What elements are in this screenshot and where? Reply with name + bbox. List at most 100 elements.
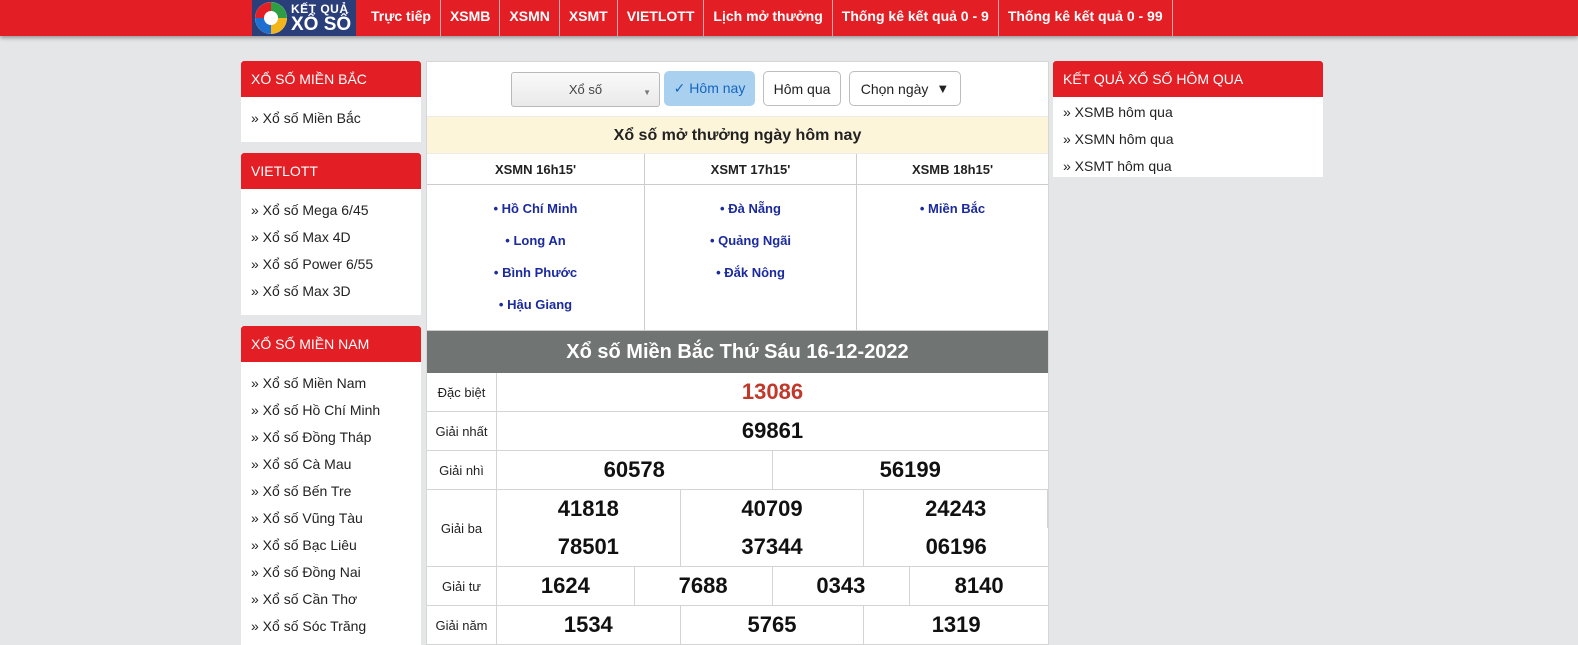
sidebar-link[interactable]: » Xổ số Vũng Tàu [251,505,421,532]
prize-number: 24243 [864,490,1048,528]
lottery-select[interactable]: Xổ số ▼ [511,72,660,107]
sidebar-link[interactable]: » Xổ số Hồ Chí Minh [251,397,421,424]
province-link[interactable]: • Miền Bắc [857,193,1048,225]
logo-text: KẾT QUẢ XỔ SỐ [291,3,351,34]
sidebar-link[interactable]: » XSMB hôm qua [1063,99,1323,126]
prize-cells: 13086 [497,373,1048,411]
schedule-column-xsmn: XSMN 16h15' • Hồ Chí Minh • Long An • Bì… [427,154,645,330]
sidebar-link[interactable]: » Xổ số Max 4D [251,224,421,251]
prize-row-second: Giải nhì 60578 56199 [427,451,1048,490]
province-link[interactable]: • Hậu Giang [427,289,644,321]
prize-row-first: Giải nhất 69861 [427,412,1048,451]
schedule-column-xsmb: XSMB 18h15' • Miền Bắc [857,154,1048,330]
sidebar-link[interactable]: » Xổ số Cần Thơ [251,586,421,613]
filter-bar: Xổ số ▼ ✓ Hôm nay Hôm qua Chọn ngày ▼ [427,62,1048,116]
prize-number: 40709 [681,490,865,528]
prize-label: Giải nhất [427,412,497,450]
sidebar-link[interactable]: » Xổ số Cà Mau [251,451,421,478]
prize-label: Giải nhì [427,451,497,489]
chevron-down-icon: ▼ [936,81,950,96]
sidebar-link[interactable]: » Xổ số Sóc Trăng [251,613,421,640]
province-link[interactable]: • Hồ Chí Minh [427,193,644,225]
logo-icon [255,2,287,34]
schedule-column-xsmt: XSMT 17h15' • Đà Nẵng • Quảng Ngãi • Đắk… [645,154,857,330]
sidebar-link[interactable]: » Xổ số Miền Bắc [251,105,421,132]
province-link[interactable]: • Long An [427,225,644,257]
prize-number: 78501 [497,528,681,566]
site-logo[interactable]: KẾT QUẢ XỔ SỐ [252,0,356,36]
prize-cells: 1624 7688 0343 8140 [497,567,1048,605]
today-title: Xổ số mở thưởng ngày hôm nay [427,116,1048,154]
sidebar-link[interactable]: » Xổ số Bến Tre [251,478,421,505]
province-link[interactable]: • Bình Phước [427,257,644,289]
province-link[interactable]: • Đắk Nông [645,257,856,289]
prize-label: Giải ba [427,490,497,566]
nav-xsmb[interactable]: XSMB [441,0,501,36]
sidebar-box-title: XỔ SỐ MIỀN BẮC [241,61,421,97]
sidebar-box-title: XỔ SỐ MIỀN NAM [241,326,421,362]
prize-number: 1624 [497,567,635,605]
prize-number: 37344 [681,528,865,566]
prize-row-fifth: Giải năm 1534 5765 1319 [427,606,1048,645]
pick-date-button[interactable]: Chọn ngày ▼ [849,71,961,106]
prize-label: Đặc biệt [427,373,497,411]
top-navbar: KẾT QUẢ XỔ SỐ Trực tiếp XSMB XSMN XSMT V… [0,0,1578,36]
sidebar-link[interactable]: » Xổ số Miền Nam [251,370,421,397]
prize-row-fourth: Giải tư 1624 7688 0343 8140 [427,567,1048,606]
sidebar-box-vietlott: VIETLOTT » Xổ số Mega 6/45 » Xổ số Max 4… [241,153,421,315]
yesterday-button[interactable]: Hôm qua [763,71,841,106]
prize-number: 7688 [635,567,773,605]
prize-number: 5765 [681,606,865,644]
prize-label: Giải năm [427,606,497,644]
today-button[interactable]: ✓ Hôm nay [664,71,755,106]
sidebar-link[interactable]: » XSMT hôm qua [1063,153,1323,180]
lottery-select-value: Xổ số [568,82,603,97]
sidebar-link[interactable]: » Xổ số Đồng Tháp [251,424,421,451]
sidebar-link[interactable]: » XSMN hôm qua [1063,126,1323,153]
nav-truc-tiep[interactable]: Trực tiếp [362,0,441,36]
prize-number: 06196 [925,534,987,559]
schedule-column-head: XSMB 18h15' [857,154,1048,185]
province-link[interactable]: • Quảng Ngãi [645,225,856,257]
prize-number: 41818 [497,490,681,528]
sidebar-link[interactable]: » Xổ số Mega 6/45 [251,197,421,224]
prize-number: 13086 [741,379,804,404]
sidebar-link[interactable]: » Xổ số Đồng Nai [251,559,421,586]
prize-row-special: Đặc biệt 13086 [427,373,1048,412]
prize-cells: 60578 56199 [497,451,1048,489]
nav-thong-ke-0-9[interactable]: Thống kê kết quả 0 - 9 [833,0,999,36]
prize-number: 69861 [741,418,804,443]
sidebar-box-title: VIETLOTT [241,153,421,189]
prize-cells: 1534 5765 1319 [497,606,1048,644]
nav-xsmn[interactable]: XSMN [500,0,560,36]
dropdown-caret-icon: ▼ [643,88,651,97]
main-content: Xổ số ▼ ✓ Hôm nay Hôm qua Chọn ngày ▼ Xổ… [426,61,1049,645]
result-title: Xổ số Miền Bắc Thứ Sáu 16-12-2022 [427,331,1048,373]
nav-xsmt[interactable]: XSMT [560,0,618,36]
nav-vietlott[interactable]: VIETLOTT [618,0,705,36]
sidebar-box-mien-nam: XỔ SỐ MIỀN NAM » Xổ số Miền Nam » Xổ số … [241,326,421,645]
main-nav: Trực tiếp XSMB XSMN XSMT VIETLOTT Lịch m… [362,0,1173,36]
prize-cells: 69861 [497,412,1048,450]
prize-number: 1319 [931,612,981,637]
nav-thong-ke-0-99[interactable]: Thống kê kết quả 0 - 99 [999,0,1173,36]
prize-label: Giải tư [427,567,497,605]
schedule-column-head: XSMT 17h15' [645,154,856,185]
prize-number: 60578 [497,451,773,489]
sidebar-link[interactable]: » Xổ số Bạc Liêu [251,532,421,559]
prize-number: 0343 [773,567,911,605]
prize-cells: 41818 40709 24243 78501 37344 06196 [497,490,1048,566]
prize-number: 56199 [879,457,941,482]
schedule-column-head: XSMN 16h15' [427,154,644,185]
sidebar-box-title: KẾT QUẢ XỔ SỐ HÔM QUA [1053,61,1323,97]
logo-line-1: KẾT QUẢ [291,1,349,16]
prize-row-third: Giải ba 41818 40709 24243 78501 37344 06… [427,490,1048,567]
sidebar-link[interactable]: » Xổ số Power 6/55 [251,251,421,278]
sidebar-box-mien-bac: XỔ SỐ MIỀN BẮC » Xổ số Miền Bắc [241,61,421,142]
prize-number: 8140 [954,573,1004,598]
sidebar-link[interactable]: » Xổ số Max 3D [251,278,421,305]
pick-date-label: Chọn ngày [860,80,929,97]
province-link[interactable]: • Đà Nẵng [645,193,856,225]
today-schedule: XSMN 16h15' • Hồ Chí Minh • Long An • Bì… [427,154,1048,331]
nav-lich-mo-thuong[interactable]: Lịch mở thưởng [704,0,833,36]
